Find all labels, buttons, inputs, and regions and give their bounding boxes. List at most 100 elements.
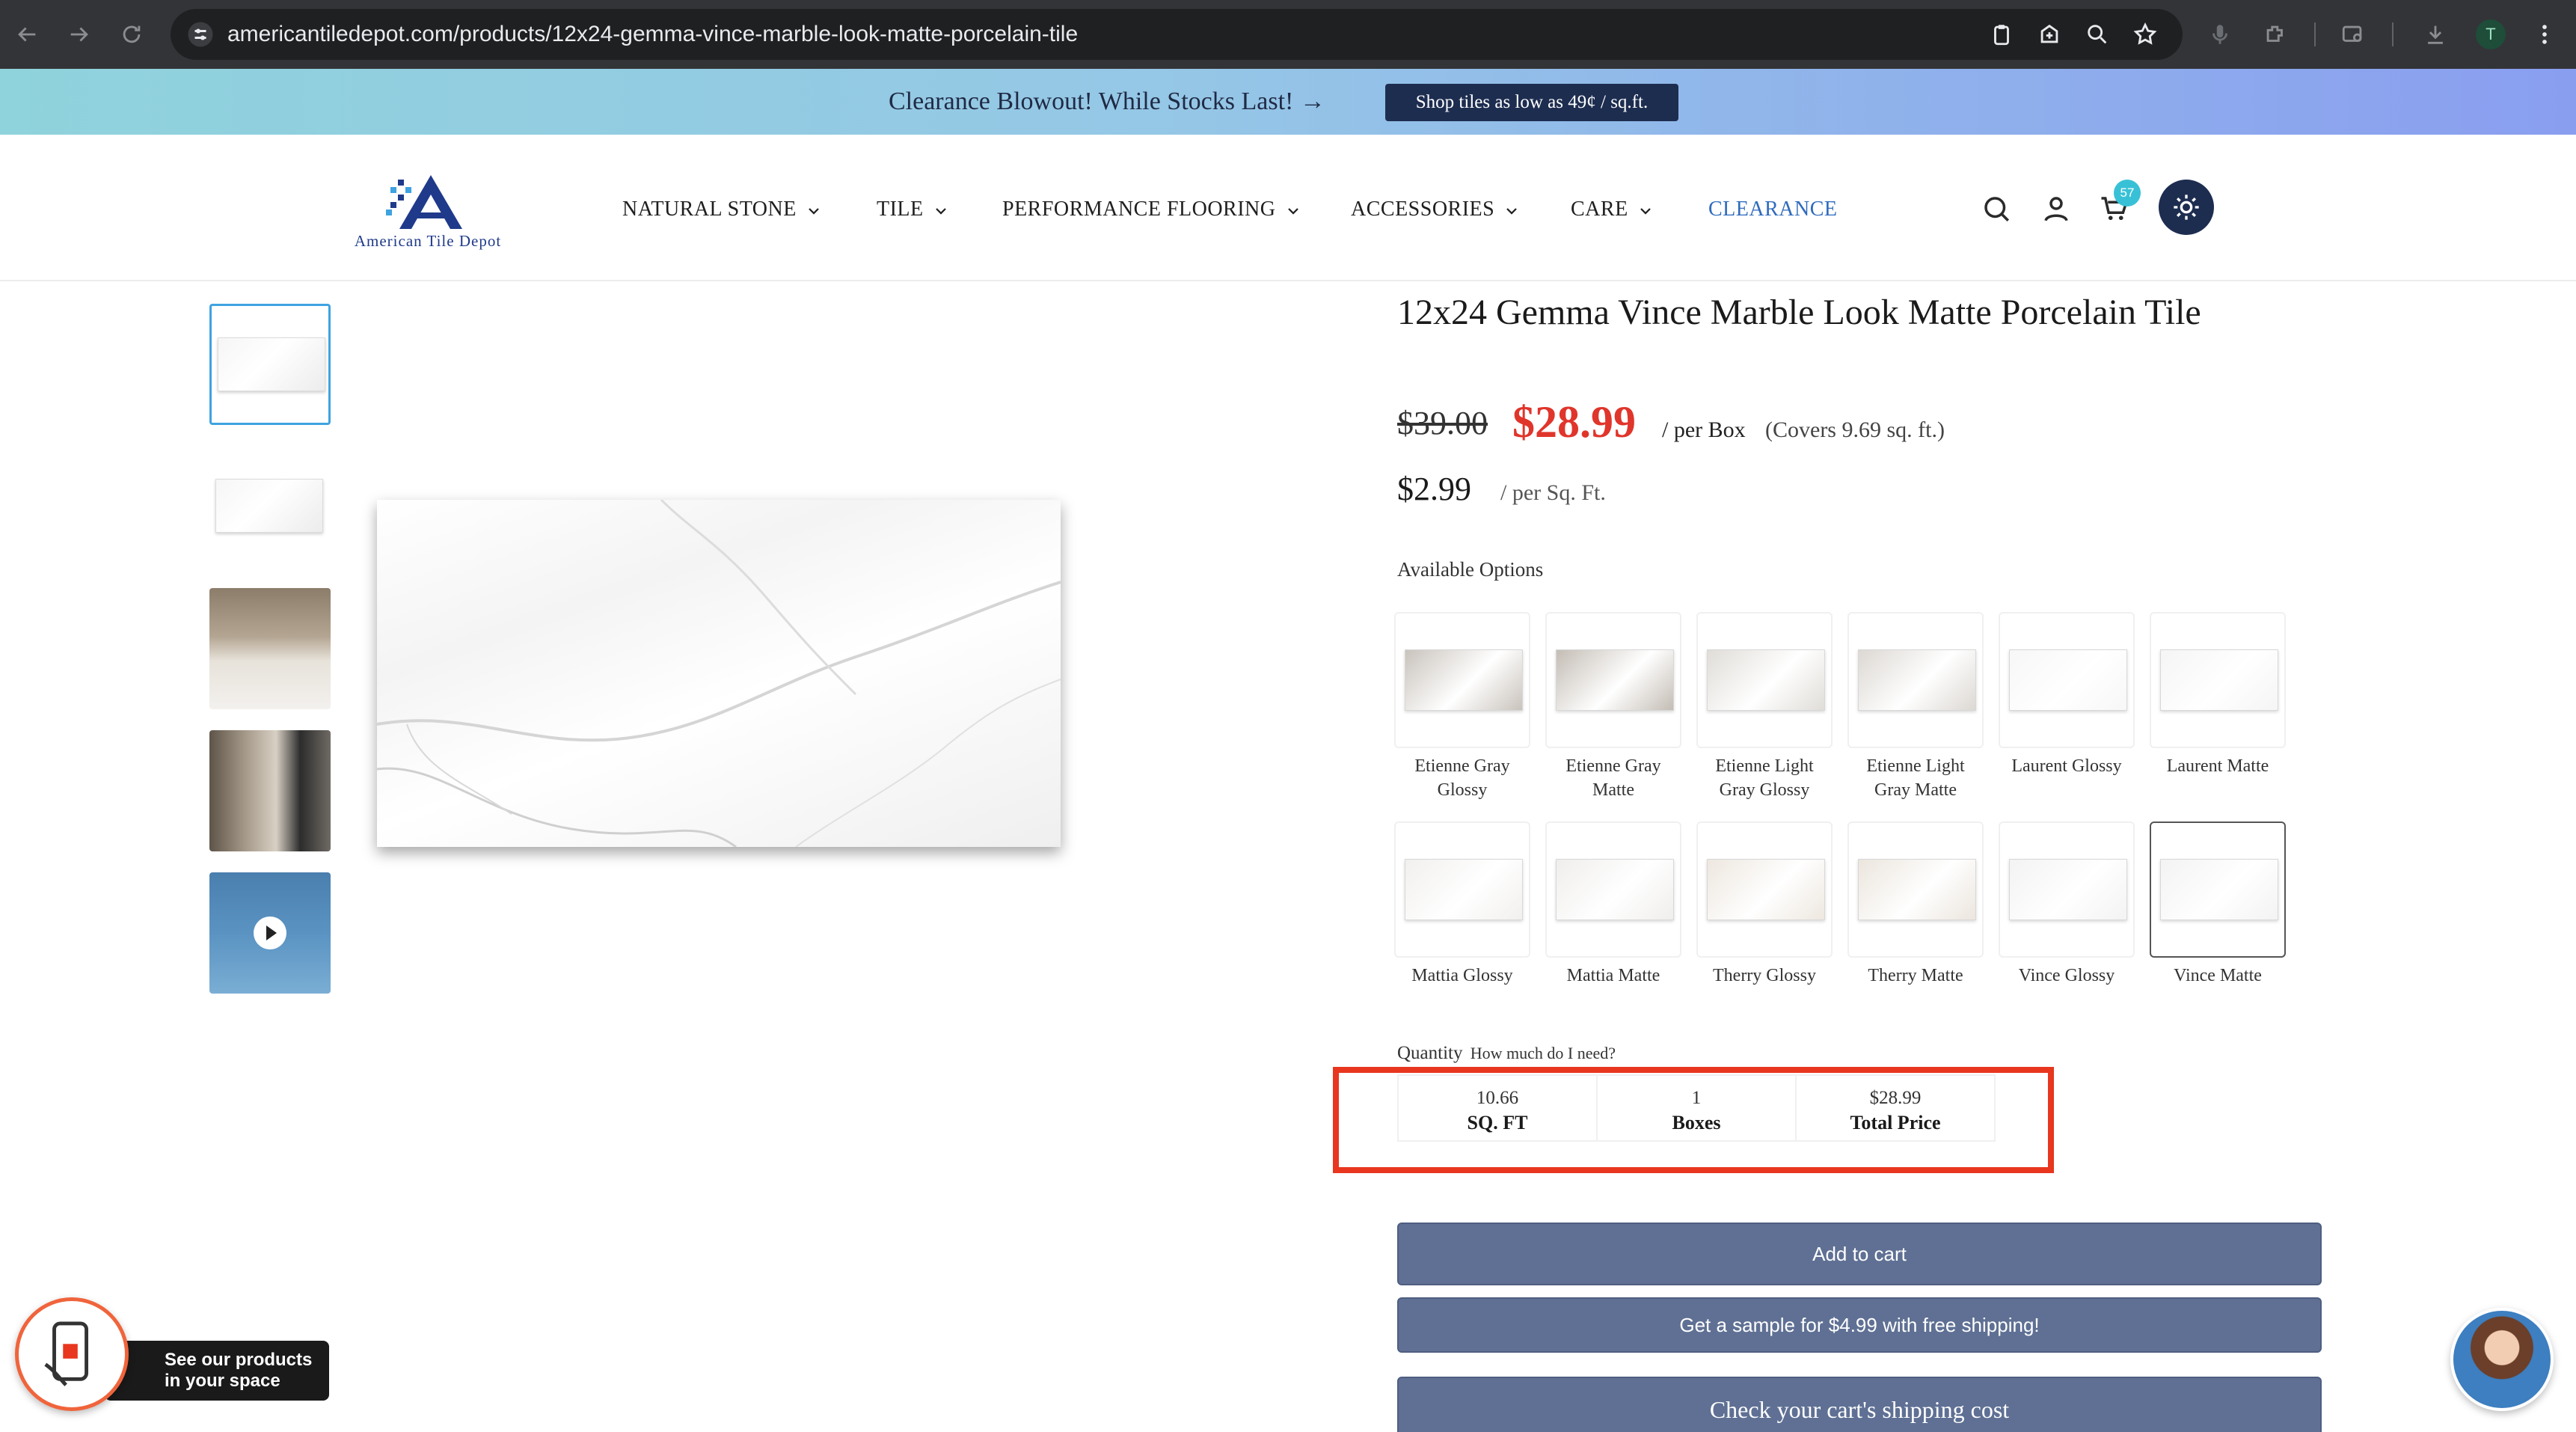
gallery-thumb-room-1[interactable] bbox=[209, 588, 331, 709]
gallery-thumb-2[interactable] bbox=[209, 446, 331, 567]
nav-label: NATURAL STONE bbox=[622, 198, 797, 221]
forward-icon[interactable] bbox=[61, 16, 97, 52]
tile-image bbox=[218, 337, 325, 391]
option-image-box[interactable] bbox=[1696, 612, 1833, 748]
profile-avatar[interactable]: T bbox=[2476, 19, 2506, 49]
option-swatch[interactable]: Vince Glossy bbox=[1999, 821, 2135, 988]
option-label: Etienne Light Gray Matte bbox=[1866, 756, 1965, 800]
check-shipping-button[interactable]: Check your cart's shipping cost bbox=[1397, 1377, 2322, 1432]
option-image-box[interactable] bbox=[1999, 612, 2135, 748]
tile-swatch-image bbox=[1405, 649, 1523, 711]
option-label: Mattia Matte bbox=[1566, 966, 1660, 985]
ar-view-widget[interactable]: See our products in your space bbox=[15, 1297, 329, 1411]
option-swatch[interactable]: Laurent Matte bbox=[2150, 612, 2286, 778]
quantity-label: Quantity How much do I need? bbox=[1397, 1043, 1616, 1064]
site-settings-icon[interactable] bbox=[187, 21, 214, 48]
quantity-title: Quantity bbox=[1397, 1043, 1463, 1063]
option-label: Mattia Glossy bbox=[1411, 966, 1513, 985]
nav-tile[interactable]: TILE bbox=[877, 193, 948, 226]
account-icon[interactable] bbox=[2039, 192, 2073, 226]
option-swatch[interactable]: Laurent Glossy bbox=[1999, 612, 2135, 778]
option-swatch[interactable]: Etienne Gray Glossy bbox=[1394, 612, 1530, 802]
chevron-down-icon bbox=[935, 207, 946, 215]
option-label: Vince Glossy bbox=[2018, 966, 2115, 985]
option-image-box[interactable] bbox=[2150, 612, 2286, 748]
nav-clearance[interactable]: CLEARANCE bbox=[1708, 193, 1838, 226]
option-swatch[interactable]: Etienne Light Gray Matte bbox=[1847, 612, 1984, 802]
theme-toggle-button[interactable] bbox=[2159, 180, 2214, 235]
promo-shop-button[interactable]: Shop tiles as low as 49¢ / sq.ft. bbox=[1385, 84, 1678, 121]
ar-text-line-2: in your space bbox=[165, 1371, 280, 1391]
logo-mark-icon bbox=[386, 175, 462, 229]
nav-natural-stone[interactable]: NATURAL STONE bbox=[622, 193, 821, 226]
extensions-icon[interactable] bbox=[2259, 18, 2292, 51]
option-label: Therry Glossy bbox=[1713, 966, 1816, 985]
option-label: Therry Matte bbox=[1868, 966, 1963, 985]
option-image-box[interactable] bbox=[1847, 612, 1984, 748]
address-bar[interactable]: americantiledepot.com/products/12x24-gem… bbox=[171, 9, 2183, 60]
option-swatch[interactable]: Mattia Matte bbox=[1545, 821, 1681, 988]
main-product-image[interactable] bbox=[377, 500, 1061, 847]
promo-text[interactable]: Clearance Blowout! While Stocks Last! → bbox=[889, 69, 1325, 135]
logo-text: American Tile Depot bbox=[354, 232, 502, 250]
tile-swatch-image bbox=[1405, 859, 1523, 920]
marble-veins bbox=[377, 500, 1061, 847]
gallery-thumb-video[interactable] bbox=[209, 872, 331, 994]
option-image-box[interactable] bbox=[1545, 821, 1681, 958]
tile-swatch-image bbox=[1556, 649, 1674, 711]
option-image-box[interactable] bbox=[1696, 821, 1833, 958]
option-image-box[interactable] bbox=[1545, 612, 1681, 748]
gallery-thumb-1[interactable] bbox=[209, 304, 331, 425]
nav-performance-flooring[interactable]: PERFORMANCE FLOORING bbox=[1002, 193, 1300, 226]
tile-swatch-image bbox=[1707, 859, 1825, 920]
menu-dots-icon[interactable] bbox=[2528, 18, 2561, 51]
ar-phone-icon[interactable] bbox=[15, 1297, 129, 1411]
tile-swatch-image bbox=[1858, 649, 1976, 711]
option-image-box[interactable] bbox=[1847, 821, 1984, 958]
option-image-box[interactable] bbox=[2150, 821, 2286, 958]
search-icon[interactable] bbox=[1979, 192, 2014, 226]
play-icon bbox=[254, 917, 286, 949]
chat-agent-avatar[interactable] bbox=[2450, 1308, 2554, 1411]
option-swatch[interactable]: Therry Glossy bbox=[1696, 821, 1833, 988]
option-image-box[interactable] bbox=[1999, 821, 2135, 958]
get-sample-button[interactable]: Get a sample for $4.99 with free shippin… bbox=[1397, 1297, 2322, 1353]
logo[interactable]: American Tile Depot bbox=[338, 172, 518, 254]
option-swatch[interactable]: Mattia Glossy bbox=[1394, 821, 1530, 988]
install-app-icon[interactable] bbox=[2033, 18, 2066, 51]
option-label: Etienne Gray Matte bbox=[1565, 756, 1661, 800]
highlight-box bbox=[1333, 1067, 2054, 1173]
option-image-box[interactable] bbox=[1394, 821, 1530, 958]
downloads-icon[interactable] bbox=[2419, 18, 2452, 51]
reload-icon[interactable] bbox=[114, 16, 150, 52]
clipboard-icon[interactable] bbox=[1985, 18, 2018, 51]
option-swatch[interactable]: Etienne Light Gray Glossy bbox=[1696, 612, 1833, 802]
nav-accessories[interactable]: ACCESSORIES bbox=[1351, 193, 1518, 226]
toolbar-divider bbox=[2392, 22, 2393, 46]
back-icon[interactable] bbox=[9, 16, 45, 52]
option-label: Etienne Light Gray Glossy bbox=[1715, 756, 1814, 800]
chevron-down-icon bbox=[809, 207, 819, 215]
url-text: americantiledepot.com/products/12x24-gem… bbox=[227, 22, 1079, 46]
microphone-icon[interactable] bbox=[2204, 18, 2236, 51]
option-swatch[interactable]: Etienne Gray Matte bbox=[1545, 612, 1681, 802]
nav-care[interactable]: CARE bbox=[1571, 193, 1652, 226]
add-to-cart-button[interactable]: Add to cart bbox=[1397, 1223, 2322, 1285]
sqft-price: $2.99 bbox=[1397, 471, 1471, 507]
tile-swatch-image bbox=[2160, 649, 2278, 711]
sqft-unit-label: / per Sq. Ft. bbox=[1500, 480, 1606, 505]
option-image-box[interactable] bbox=[1394, 612, 1530, 748]
nav-label: PERFORMANCE FLOORING bbox=[1002, 198, 1276, 221]
bookmark-star-icon[interactable] bbox=[2129, 18, 2162, 51]
tile-image bbox=[215, 479, 323, 533]
gallery-thumb-room-2[interactable] bbox=[209, 730, 331, 851]
chevron-down-icon bbox=[1640, 207, 1651, 215]
option-swatch[interactable]: Vince Matte bbox=[2150, 821, 2286, 988]
per-box-label: / per Box bbox=[1662, 417, 1746, 442]
zoom-icon[interactable] bbox=[2081, 18, 2114, 51]
tab-search-icon[interactable] bbox=[2337, 18, 2370, 51]
option-swatch[interactable]: Therry Matte bbox=[1847, 821, 1984, 988]
ar-text[interactable]: See our products in your space bbox=[105, 1341, 329, 1401]
how-much-link[interactable]: How much do I need? bbox=[1471, 1044, 1616, 1062]
old-price: $39.00 bbox=[1397, 405, 1488, 441]
